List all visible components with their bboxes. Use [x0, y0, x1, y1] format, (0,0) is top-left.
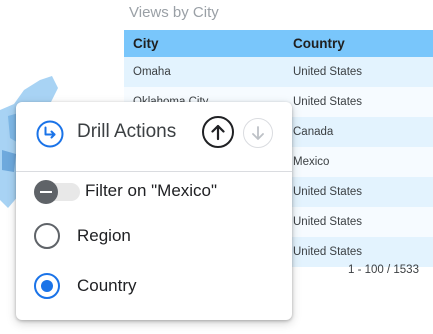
popup-header: Drill Actions [16, 102, 292, 162]
toggle-knob [34, 180, 58, 204]
country-cell: United States [293, 96, 363, 108]
popup-divider [16, 171, 292, 172]
drill-actions-popup: Drill Actions Filter on "Mexico" Region … [16, 102, 292, 320]
filter-label: Filter on "Mexico" [85, 181, 218, 200]
country-cell: United States [293, 66, 363, 78]
radio-option-region[interactable]: Region [34, 221, 234, 251]
table-row[interactable]: Omaha United States [124, 57, 433, 87]
country-cell: United States [293, 216, 363, 228]
country-cell: United States [293, 246, 363, 258]
filter-toggle-row[interactable]: Filter on "Mexico" [34, 178, 274, 206]
country-cell: United States [293, 186, 363, 198]
country-cell: Canada [293, 126, 334, 138]
arrow-up-icon [211, 124, 225, 141]
drill-up-button[interactable] [202, 116, 234, 148]
radio-option-country[interactable]: Country [34, 271, 234, 301]
drill-actions-icon [36, 120, 64, 148]
drill-down-button[interactable] [243, 118, 273, 148]
radio-button[interactable] [34, 223, 60, 249]
pagination-label: 1 - 100 / 1533 [348, 264, 419, 276]
arrow-down-icon [252, 126, 264, 140]
radio-button-selected[interactable] [34, 273, 60, 299]
country-cell: Mexico [293, 156, 330, 168]
column-header-country[interactable]: Country [284, 36, 433, 51]
chart-title: Views by City [129, 4, 219, 21]
column-header-city[interactable]: City [124, 36, 284, 51]
radio-label: Country [77, 276, 137, 295]
radio-label: Region [77, 226, 131, 245]
city-cell: Omaha [133, 66, 171, 78]
popup-title: Drill Actions [77, 121, 177, 142]
table-header: City Country [124, 30, 433, 57]
